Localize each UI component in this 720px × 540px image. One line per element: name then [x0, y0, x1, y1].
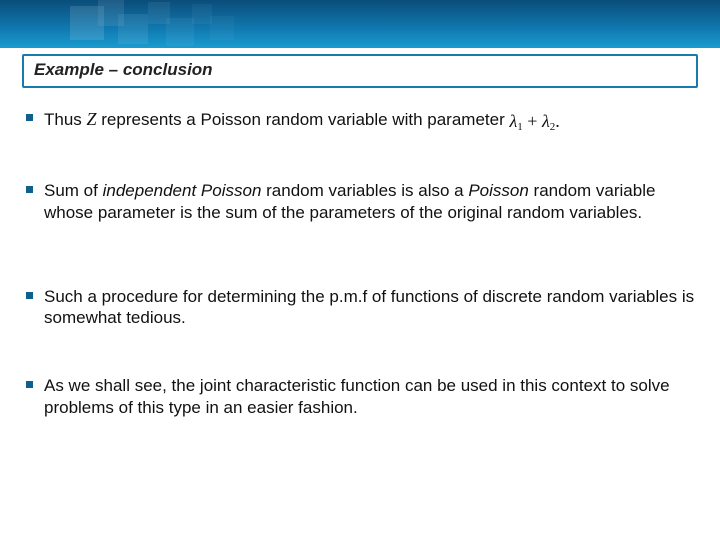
bullet-3-text: Such a procedure for determining the p.m…: [44, 287, 694, 328]
bullet-2-pre: Sum of: [44, 181, 103, 200]
em-poisson-1: Poisson: [201, 181, 261, 200]
bullet-1-mid: represents a Poisson random variable wit…: [97, 110, 510, 129]
slide-body: Thus Z represents a Poisson random varia…: [26, 108, 698, 419]
slide-title: Example – conclusion: [34, 60, 686, 80]
bullet-1: Thus Z represents a Poisson random varia…: [26, 108, 698, 134]
lambda-2: λ: [542, 111, 550, 131]
header-banner: [0, 0, 720, 48]
em-independent: independent: [103, 181, 197, 200]
bullet-1-pre: Thus: [44, 110, 87, 129]
bullet-3: Such a procedure for determining the p.m…: [26, 286, 698, 330]
bullet-2: Sum of independent Poisson random variab…: [26, 180, 698, 224]
bullet-1-end: .: [555, 111, 560, 131]
slide-title-box: Example – conclusion: [22, 54, 698, 88]
lambda-sum: λ1 + λ2.: [509, 110, 559, 134]
var-z: Z: [87, 109, 97, 129]
bullet-4: As we shall see, the joint characteristi…: [26, 375, 698, 419]
em-poisson-2: Poisson: [468, 181, 528, 200]
bullet-2-mid2: random variables is also a: [261, 181, 468, 200]
banner-decor-squares: [70, 0, 310, 48]
plus-sign: +: [523, 111, 542, 131]
bullet-4-text: As we shall see, the joint characteristi…: [44, 376, 670, 417]
